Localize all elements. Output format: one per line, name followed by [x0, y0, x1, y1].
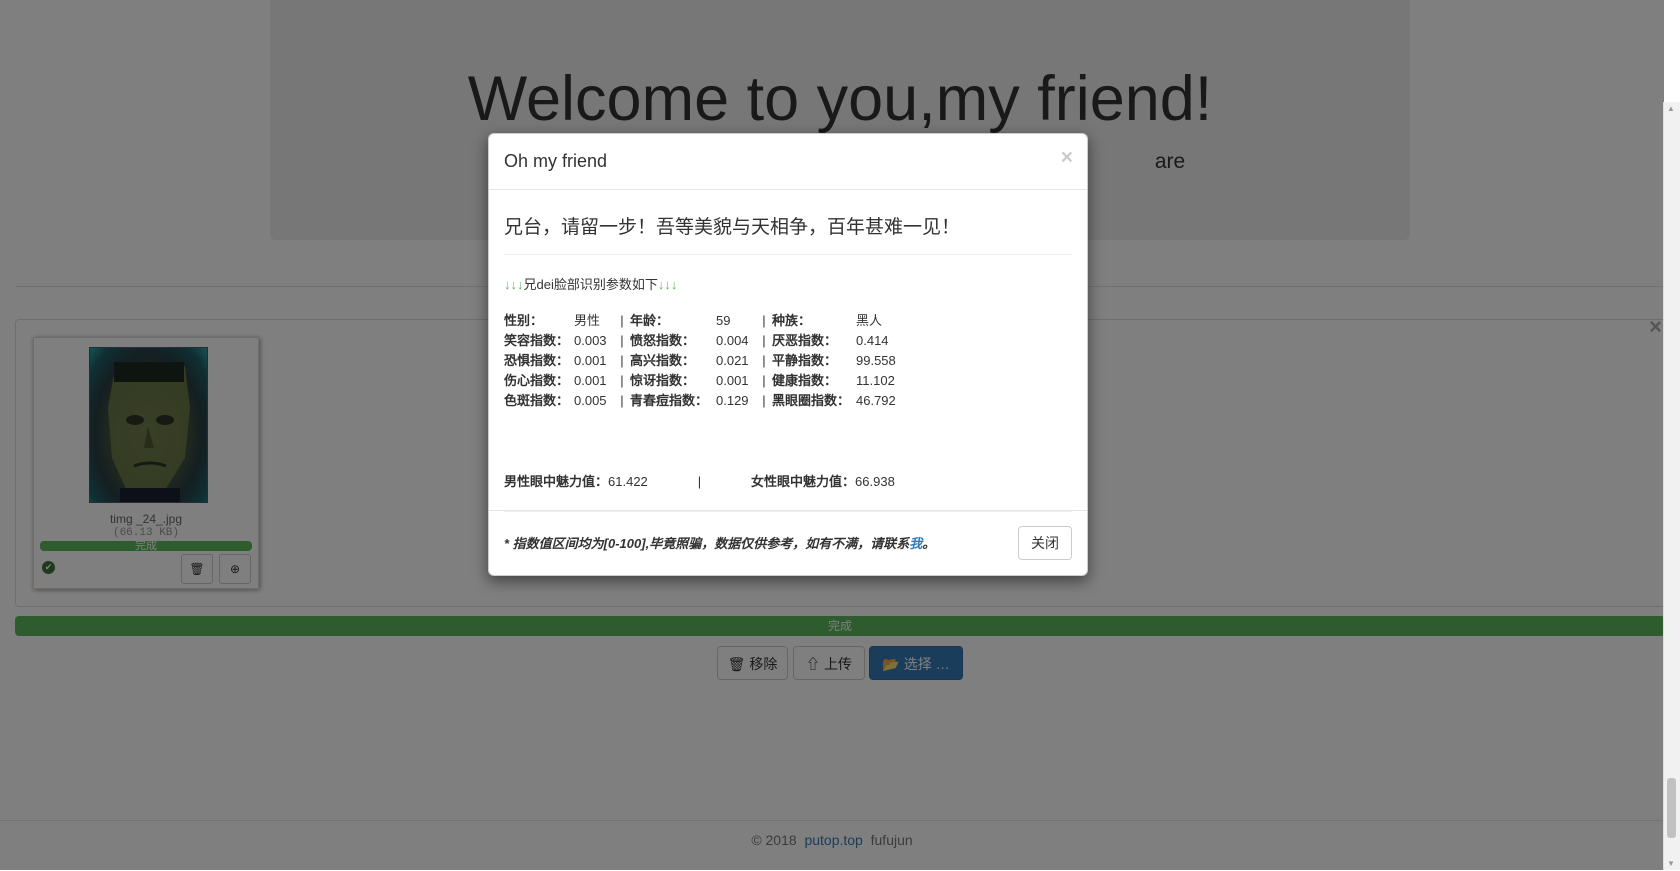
stats-row: 色斑指数： 0.005 | 青春痘指数： 0.129 | 黑眼圈指数： 46.792: [504, 391, 916, 411]
stat-value: 46.792: [856, 393, 896, 408]
stat-label: 青春痘指数：: [630, 393, 709, 408]
stat-label: 笑容指数：: [504, 333, 570, 348]
scrollbar[interactable]: ▲ ▼: [1663, 102, 1680, 870]
stat-value: 0.003: [574, 333, 607, 348]
stat-value: 11.102: [856, 373, 895, 388]
scrollbar-thumb[interactable]: [1667, 778, 1676, 838]
female-charm-value: 66.938: [855, 474, 895, 489]
modal-intro: ↓↓↓兄dei脸部识别参数如下↓↓↓: [504, 274, 677, 293]
separator: |: [762, 313, 766, 328]
separator: |: [620, 393, 624, 408]
scroll-down-icon[interactable]: ▼: [1667, 859, 1675, 868]
stat-label: 恐惧指数：: [504, 353, 570, 368]
scroll-up-icon[interactable]: ▲: [1667, 104, 1675, 113]
stat-value: 59: [716, 313, 731, 328]
stats-row: 笑容指数： 0.003 | 愤怒指数： 0.004 | 厌恶指数： 0.414: [504, 331, 916, 351]
down-arrows-icon: ↓↓↓: [504, 277, 524, 292]
separator: |: [762, 373, 766, 388]
stats-row: 伤心指数： 0.001 | 惊讶指数： 0.001 | 健康指数： 11.102: [504, 371, 916, 391]
separator: |: [620, 353, 624, 368]
stat-value: 99.558: [856, 353, 896, 368]
separator: |: [762, 393, 766, 408]
stat-label: 伤心指数：: [504, 373, 570, 388]
stat-label: 性别：: [504, 313, 544, 328]
stat-label: 厌恶指数：: [772, 333, 838, 348]
stat-label: 色斑指数：: [504, 393, 570, 408]
stat-value: 0.021: [716, 353, 749, 368]
stat-label: 健康指数：: [772, 373, 838, 388]
stat-label: 种族：: [772, 313, 812, 328]
stats-row: 恐惧指数： 0.001 | 高兴指数： 0.021 | 平静指数： 99.558: [504, 351, 916, 371]
modal-lead: 兄台，请留一步！吾等美貌与天相争，百年甚难一见！: [504, 217, 961, 238]
intro-text: 兄dei脸部识别参数如下: [523, 277, 658, 292]
separator: |: [620, 333, 624, 348]
stats-row: 性别： 男性 | 年龄： 59 | 种族： 黑人: [504, 311, 916, 331]
close-button[interactable]: 关闭: [1018, 526, 1072, 560]
male-charm-label: 男性眼中魅力值：: [504, 474, 609, 489]
modal-footer: 关闭: [489, 510, 1087, 576]
down-arrows-icon: ↓↓↓: [657, 277, 678, 292]
female-charm-label: 女性眼中魅力值：: [751, 474, 856, 489]
stat-value: 0.001: [574, 373, 607, 388]
separator: |: [697, 474, 702, 489]
stat-label: 惊讶指数：: [630, 373, 696, 388]
stat-value: 黑人: [856, 313, 883, 328]
stat-value: 0.001: [574, 353, 607, 368]
stat-value: 0.414: [856, 333, 889, 348]
stat-label: 黑眼圈指数：: [772, 393, 851, 408]
separator: |: [762, 333, 766, 348]
stat-value: 男性: [574, 313, 601, 328]
separator: |: [620, 373, 624, 388]
stat-label: 平静指数：: [772, 353, 838, 368]
modal-header: Oh my friend ×: [489, 134, 1087, 190]
face-result-modal: Oh my friend × 兄台，请留一步！吾等美貌与天相争，百年甚难一见！ …: [488, 133, 1088, 576]
separator: |: [620, 313, 624, 328]
stat-value: 0.004: [716, 333, 749, 348]
modal-title: Oh my friend: [504, 151, 608, 171]
stat-value: 0.129: [716, 393, 749, 408]
stat-value: 0.005: [574, 393, 607, 408]
separator: |: [762, 353, 766, 368]
stat-label: 愤怒指数：: [630, 333, 696, 348]
divider: [504, 254, 1072, 255]
stat-value: 0.001: [716, 373, 749, 388]
face-stats-table: 性别： 男性 | 年龄： 59 | 种族： 黑人笑容指数： 0.003 | 愤怒指数： 0.004 | 厌…: [504, 311, 916, 411]
male-charm-value: 61.422: [608, 474, 648, 489]
stat-label: 高兴指数：: [630, 353, 696, 368]
stat-label: 年龄：: [630, 313, 670, 328]
charm-row: 男性眼中魅力值：61.422 | 女性眼中魅力值：66.938: [504, 471, 895, 490]
close-icon[interactable]: ×: [1061, 146, 1073, 170]
